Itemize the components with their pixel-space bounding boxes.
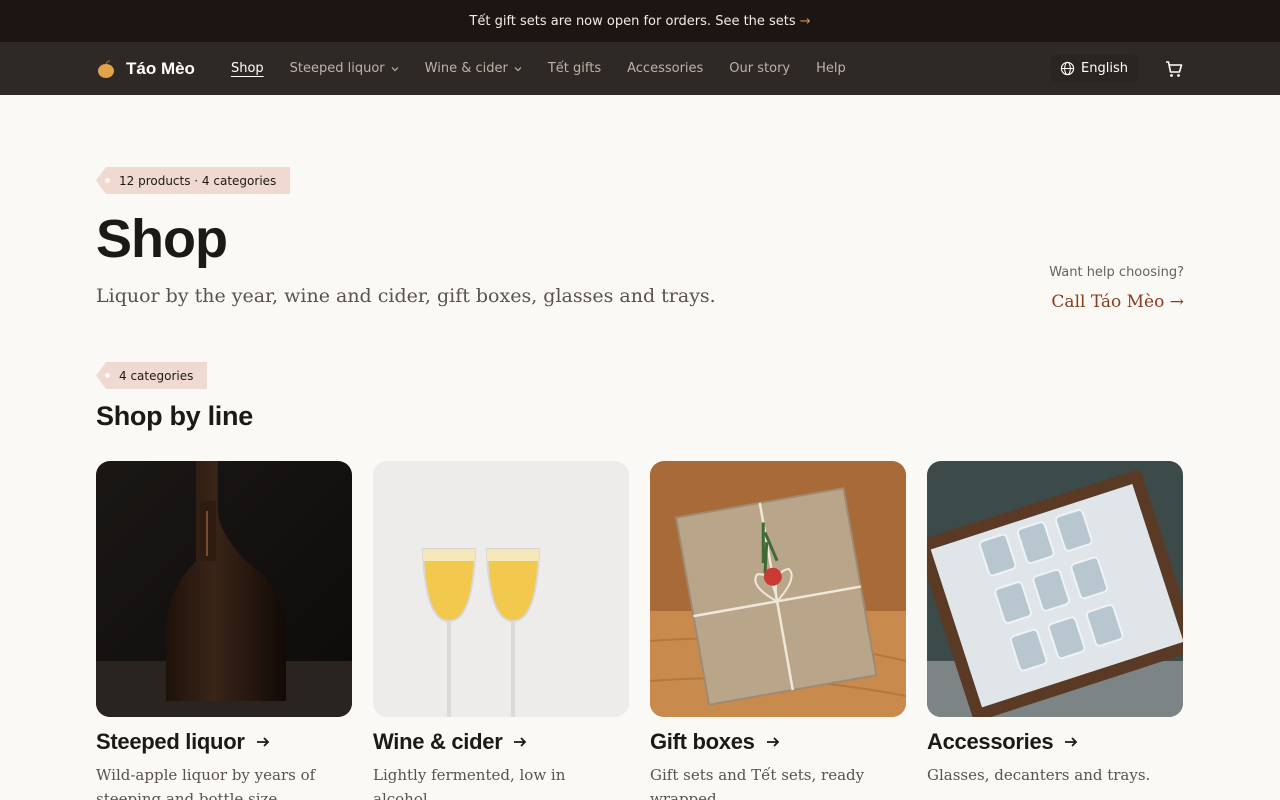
category-title[interactable]: Steeped liquor	[96, 729, 352, 755]
main-nav: Táo Mèo Shop Steeped liquor Wine & cider…	[0, 42, 1280, 95]
nav-item-accessories[interactable]: Accessories	[627, 61, 703, 76]
nav-item-our-story[interactable]: Our story	[729, 61, 790, 76]
apple-icon	[98, 59, 114, 78]
chevron-down-icon	[391, 66, 399, 71]
announcement-bar[interactable]: Tết gift sets are now open for orders. S…	[0, 0, 1280, 42]
language-label: English	[1081, 61, 1128, 76]
nav-item-label: Shop	[230, 61, 264, 76]
nav-item-help[interactable]: Help	[816, 61, 846, 76]
category-title-label: Steeped liquor	[96, 729, 245, 754]
category-title-label: Wine & cider	[373, 729, 503, 754]
cart-icon[interactable]	[1164, 59, 1184, 79]
category-image-steeped-liquor[interactable]	[96, 461, 352, 717]
category-title[interactable]: Gift boxes	[650, 729, 906, 755]
category-image-wine-cider[interactable]	[373, 461, 629, 717]
category-title-label: Accessories	[927, 729, 1054, 754]
arrow-right-icon	[256, 737, 269, 747]
arrow-right-icon	[766, 737, 779, 747]
brand-name: Táo Mèo	[126, 58, 195, 78]
brand-logo[interactable]: Táo Mèo	[96, 59, 195, 79]
category-card-steeped-liquor[interactable]: Steeped liquor Wild-apple liquor by year…	[96, 461, 352, 800]
category-card-accessories[interactable]: Accessories Glasses, decanters and trays…	[927, 461, 1183, 800]
category-title[interactable]: Wine & cider	[373, 729, 629, 755]
nav-item-shop[interactable]: Shop	[231, 61, 264, 76]
arrow-right-icon	[1065, 737, 1078, 747]
page-title: Shop	[96, 209, 228, 269]
help-question: Want help choosing?	[1049, 265, 1184, 280]
category-cards: Steeped liquor Wild-apple liquor by year…	[96, 461, 1183, 800]
nav-item-label: Our story	[729, 61, 791, 76]
nav-right: English	[1050, 55, 1184, 82]
nav-item-tet-gifts[interactable]: Tết gifts	[548, 61, 601, 76]
globe-icon	[1060, 61, 1075, 76]
tag-label: 12 products · 4 categories	[119, 173, 277, 188]
nav-menu: Shop Steeped liquor Wine & cider Tết gif…	[231, 61, 846, 76]
nav-item-label: Steeped liquor	[289, 61, 385, 76]
arrow-right-icon	[514, 737, 527, 747]
shop-by-line-section: 4 categories Shop by line	[96, 362, 1184, 432]
category-card-wine-cider[interactable]: Wine & cider Lightly fermented, low in a…	[373, 461, 629, 800]
category-description: Lightly fermented, low in alcohol.	[373, 766, 566, 800]
category-title-label: Gift boxes	[650, 729, 755, 754]
call-link[interactable]: Call Táo Mèo →	[1049, 292, 1184, 312]
nav-item-label: Accessories	[627, 61, 704, 76]
section-title: Shop by line	[96, 401, 253, 431]
category-description: Gift sets and Tết sets, ready wrapped.	[650, 766, 865, 800]
arrow-right-icon: →	[799, 13, 811, 29]
category-card-gift-boxes[interactable]: Gift boxes Gift sets and Tết sets, ready…	[650, 461, 906, 800]
category-image-accessories[interactable]	[927, 461, 1183, 717]
nav-item-label: Tết gifts	[547, 61, 602, 76]
nav-item-wine-cider[interactable]: Wine & cider	[425, 61, 522, 76]
category-title[interactable]: Accessories	[927, 729, 1183, 755]
tag-label: 4 categories	[119, 368, 194, 383]
nav-item-steeped-liquor[interactable]: Steeped liquor	[290, 61, 399, 76]
page-lead: Liquor by the year, wine and cider, gift…	[96, 285, 716, 308]
category-image-gift-boxes[interactable]	[650, 461, 906, 717]
products-count-tag: 12 products · 4 categories	[96, 167, 291, 194]
chevron-down-icon	[514, 66, 522, 71]
help-block: Want help choosing? Call Táo Mèo →	[1049, 265, 1184, 312]
categories-count-tag: 4 categories	[96, 362, 208, 389]
nav-item-label: Wine & cider	[424, 61, 508, 76]
language-selector[interactable]: English	[1050, 55, 1138, 82]
category-description: Glasses, decanters and trays.	[927, 766, 1151, 784]
category-description: Wild-apple liquor by years of steeping a…	[96, 766, 316, 800]
nav-item-label: Help	[816, 61, 846, 76]
shop-hero: 12 products · 4 categories Shop Liquor b…	[96, 167, 1184, 307]
announcement-text: Tết gift sets are now open for orders. S…	[469, 13, 796, 29]
